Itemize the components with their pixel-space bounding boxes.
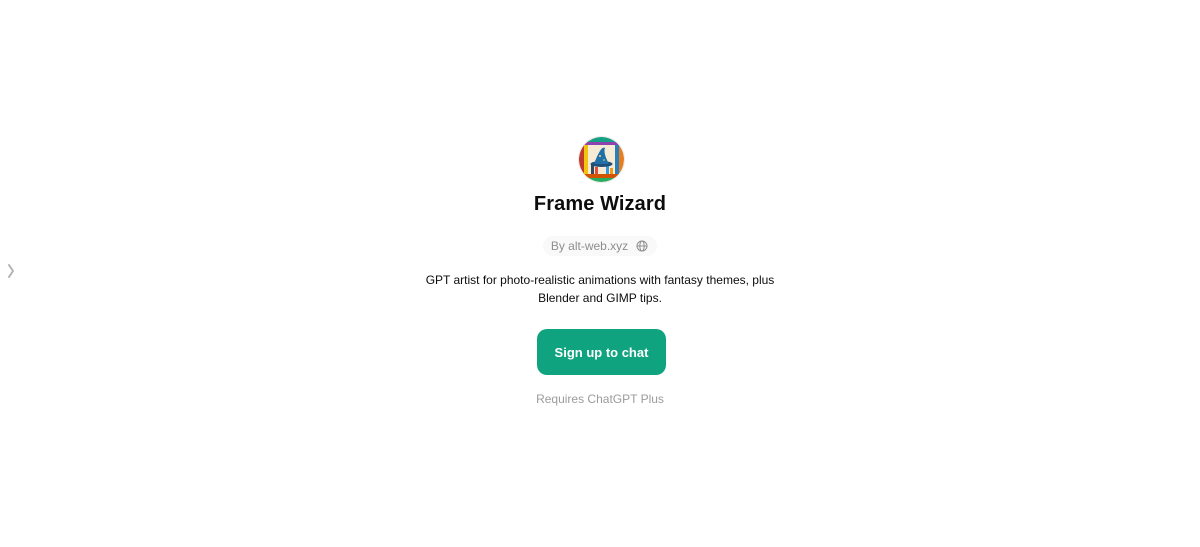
author-row: By alt-web.xyz bbox=[0, 236, 1200, 256]
requirement-note: Requires ChatGPT Plus bbox=[536, 392, 664, 406]
wizard-hat-avatar-icon bbox=[579, 137, 624, 182]
sign-up-to-chat-button[interactable]: Sign up to chat bbox=[537, 329, 666, 375]
gpt-landing-page: Frame Wizard By alt-web.xyz GPT artist f… bbox=[0, 0, 1200, 547]
author-label: By alt-web.xyz bbox=[550, 239, 629, 253]
description-line-1: GPT artist for photo-realistic animation… bbox=[425, 273, 775, 287]
gpt-description: GPT artist for photo-realistic animation… bbox=[400, 271, 800, 307]
gpt-avatar bbox=[579, 137, 624, 182]
author-pill: By alt-web.xyz bbox=[542, 236, 658, 256]
description-line-2: Blender and GIMP tips. bbox=[538, 291, 662, 305]
globe-icon[interactable] bbox=[635, 239, 649, 253]
gpt-title: Frame Wizard bbox=[533, 193, 667, 215]
main-content: Frame Wizard By alt-web.xyz GPT artist f… bbox=[0, 0, 1200, 547]
